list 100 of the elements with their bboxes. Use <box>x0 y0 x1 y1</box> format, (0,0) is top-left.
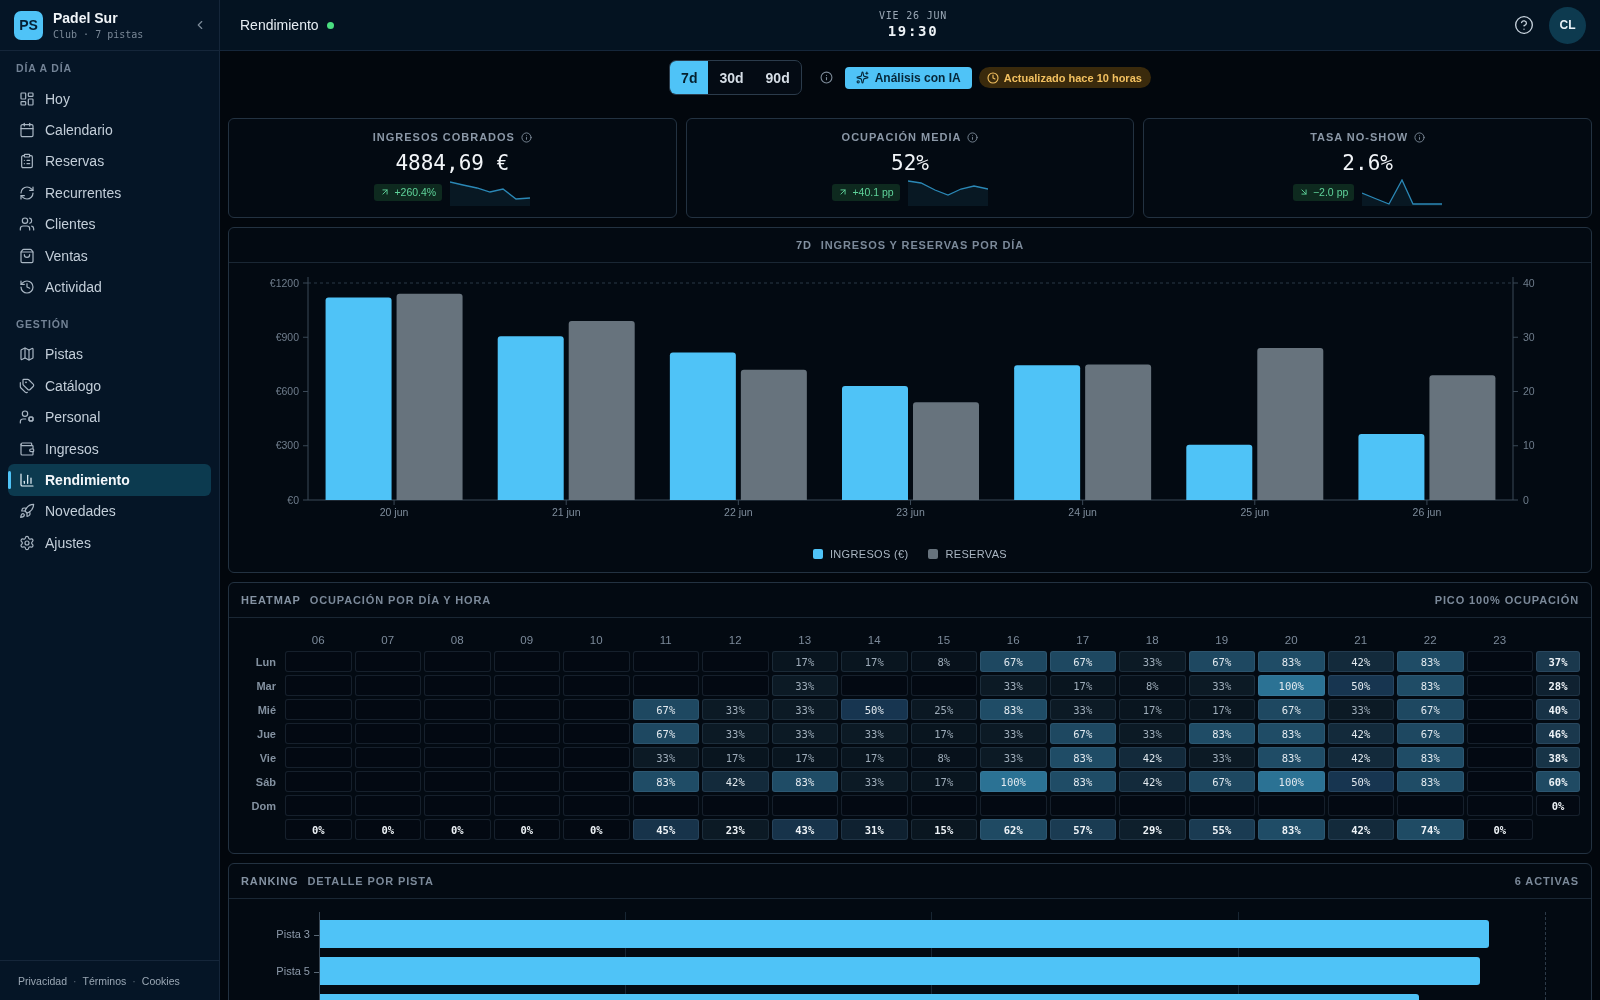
delta-value: +40.1 pp <box>852 186 894 198</box>
card-title: OCUPACIÓN POR DÍA Y HORA <box>309 594 492 606</box>
nav-item[interactable]: Recurrentes <box>8 177 211 209</box>
column-total-cell: 43% <box>771 819 838 840</box>
sparkles-icon <box>855 71 869 84</box>
heatmap-cell: 83% <box>1397 747 1464 768</box>
heatmap-cell: 83% <box>1397 675 1464 696</box>
heatmap-cell: 33% <box>702 723 769 744</box>
heatmap-cell: 83% <box>1258 723 1325 744</box>
refresh-icon <box>19 184 35 201</box>
heatmap-cell <box>632 651 699 672</box>
heatmap-cell: 83% <box>1258 651 1325 672</box>
kpi-label: TASA NO-SHOW <box>1310 131 1409 143</box>
heatmap-cell: 33% <box>702 699 769 720</box>
heatmap-cell <box>841 675 908 696</box>
nav-item[interactable]: Catálogo <box>8 370 211 402</box>
heatmap-cell <box>424 723 491 744</box>
nav-item[interactable]: Actividad <box>8 271 211 303</box>
axis-label: 0 <box>1523 493 1529 506</box>
axis-label: 24 jun <box>1068 506 1097 518</box>
hour-label: 07 <box>381 634 395 646</box>
nav-item[interactable]: Hoy <box>8 83 211 115</box>
nav-item[interactable]: Clientes <box>8 208 211 240</box>
heatmap-cell <box>493 771 560 792</box>
card-note: 6 ACTIVAS <box>1514 875 1579 887</box>
column-total-cell: 45% <box>632 819 699 840</box>
wallet-icon <box>19 440 35 457</box>
row-total-cell: 60% <box>1536 771 1580 792</box>
heatmap-cell: 17% <box>771 651 838 672</box>
nav-item[interactable]: Novedades <box>8 495 211 528</box>
nav-item[interactable]: Ingresos <box>8 432 211 465</box>
nav-item[interactable]: Calendario <box>8 114 211 146</box>
chart-bar <box>1358 434 1425 500</box>
heatmap-cell <box>563 651 630 672</box>
range-tab[interactable]: 90d <box>754 61 801 94</box>
column-total-cell: 55% <box>1188 819 1255 840</box>
range-tab[interactable]: 7d <box>670 61 709 94</box>
dashboard-icon <box>19 90 35 107</box>
help-button[interactable] <box>1514 15 1534 35</box>
heatmap-cell: 17% <box>1049 675 1116 696</box>
axis-label: 40 <box>1523 276 1535 289</box>
kpi-value: 52% <box>891 150 929 176</box>
heatmap-cell <box>424 795 491 816</box>
tags-icon <box>19 377 35 394</box>
nav-item[interactable]: Pistas <box>8 338 211 371</box>
bar-label: Pista 3 <box>276 928 319 940</box>
heatmap-cell <box>910 675 977 696</box>
heatmap-cell: 42% <box>1327 747 1394 768</box>
heatmap-cell: 67% <box>1258 699 1325 720</box>
user-avatar[interactable]: CL <box>1549 6 1586 44</box>
nav-item[interactable]: Reservas <box>8 145 211 178</box>
column-total-cell: 29% <box>1119 819 1186 840</box>
ai-analysis-button[interactable]: Análisis con IA <box>844 66 972 89</box>
heatmap-cell <box>354 795 421 816</box>
column-total-cell: 74% <box>1397 819 1464 840</box>
axis-label: 20 <box>1523 385 1535 397</box>
nav-item[interactable]: Ventas <box>8 239 211 272</box>
time-label: 19:30 <box>887 23 939 40</box>
column-total-cell: 42% <box>1327 819 1394 840</box>
axis-label: 30 <box>1523 330 1535 343</box>
hour-label: 22 <box>1423 634 1437 646</box>
nav-item[interactable]: Ajustes <box>8 527 211 559</box>
heatmap-cell <box>354 651 421 672</box>
heatmap-cell: 33% <box>1188 747 1255 768</box>
card-tag: 7D <box>795 239 812 251</box>
footer-link[interactable]: Términos <box>82 974 127 987</box>
heatmap-cell <box>493 675 560 696</box>
range-tab[interactable]: 30d <box>708 61 755 94</box>
card-title: DETALLE POR PISTA <box>307 875 434 887</box>
clipboard-icon <box>19 153 35 170</box>
heatmap-cell <box>563 771 630 792</box>
heatmap-cell: 83% <box>1397 651 1464 672</box>
heatmap-cell: 33% <box>980 747 1047 768</box>
hour-label: 09 <box>520 634 534 646</box>
footer-link[interactable]: Cookies <box>141 974 180 987</box>
heatmap-cell <box>354 723 421 744</box>
heatmap-cell: 42% <box>1119 771 1186 792</box>
heatmap-cell: 33% <box>1327 699 1394 720</box>
axis-label: €1200 <box>269 276 299 289</box>
heatmap-cell: 33% <box>980 723 1047 744</box>
hour-label: 06 <box>311 634 325 646</box>
heatmap-cell <box>354 675 421 696</box>
heatmap-cell <box>424 747 491 768</box>
day-label: Vie <box>259 751 276 764</box>
heatmap-cell <box>285 747 352 768</box>
nav-item[interactable]: Personal <box>8 401 211 433</box>
heatmap-cell <box>702 675 769 696</box>
heatmap-cell <box>1466 771 1533 792</box>
axis-label: €600 <box>275 385 299 397</box>
heatmap-cell <box>702 651 769 672</box>
axis-label: 23 jun <box>896 506 925 518</box>
footer-link[interactable]: Privacidad <box>18 974 68 987</box>
heatmap-cell: 83% <box>980 699 1047 720</box>
heatmap-cell: 17% <box>910 771 977 792</box>
heatmap-cell: 100% <box>980 771 1047 792</box>
hour-label: 11 <box>659 634 672 646</box>
heatmap-cell: 42% <box>702 771 769 792</box>
nav-item[interactable]: Rendimiento <box>8 464 211 496</box>
bar-label: Pista 5 <box>276 965 319 977</box>
heatmap-cell <box>1466 699 1533 720</box>
